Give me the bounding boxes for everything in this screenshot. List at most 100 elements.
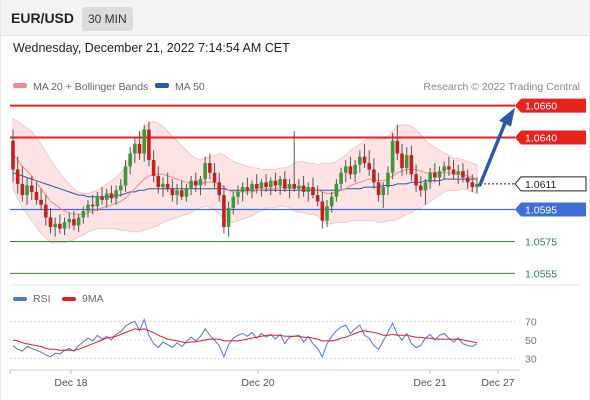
candle-body xyxy=(212,172,217,183)
candle-body xyxy=(95,196,100,207)
ma50-legend-label: MA 50 xyxy=(175,81,205,93)
rsi-tick-50: 50 xyxy=(525,335,537,347)
candle-body xyxy=(104,193,109,200)
candle-body xyxy=(395,140,400,154)
candle-body xyxy=(343,166,348,173)
candle-body xyxy=(442,166,446,172)
candle-body xyxy=(114,190,118,199)
candle-body xyxy=(386,172,390,188)
candle-body xyxy=(447,166,451,170)
candle-body xyxy=(315,195,320,202)
candle-body xyxy=(189,180,193,189)
candle-body xyxy=(86,204,90,212)
candle-body xyxy=(456,171,461,175)
candle-body xyxy=(400,153,404,168)
candle-body xyxy=(414,174,418,186)
candle-body xyxy=(123,166,128,186)
candle-body xyxy=(170,188,175,196)
candle-body xyxy=(283,179,287,189)
candle-body xyxy=(381,187,386,196)
rsi-tick-30: 30 xyxy=(525,354,537,366)
candle-body xyxy=(428,172,432,183)
candle-body xyxy=(465,177,470,183)
x-tick-label: Dec 20 xyxy=(241,377,274,389)
candle-body xyxy=(48,217,53,228)
candle-body xyxy=(90,204,95,207)
level-label-1.0555: 1.0555 xyxy=(525,268,557,280)
candle-body xyxy=(240,187,245,192)
candle-body xyxy=(334,183,339,197)
candle-body xyxy=(62,222,67,229)
candle-body xyxy=(404,155,409,168)
candle-body xyxy=(264,182,268,188)
ma50-legend-swatch xyxy=(155,83,169,88)
ma20-legend-swatch xyxy=(13,83,27,88)
forecast-arrow-shaft xyxy=(478,118,508,187)
candle-body xyxy=(297,185,301,189)
candle-body xyxy=(437,171,442,178)
forecast-arrow-head xyxy=(499,107,515,127)
candle-body xyxy=(245,187,250,191)
x-tick-label: Dec 21 xyxy=(413,377,446,389)
candle-body xyxy=(339,172,343,184)
level-label-1.0595: 1.0595 xyxy=(525,204,557,216)
candle-body xyxy=(236,191,240,197)
candle-body xyxy=(137,143,142,154)
candle-body xyxy=(367,163,372,170)
candle-body xyxy=(147,129,151,160)
candle-body xyxy=(348,166,353,175)
rsi-ma9-line xyxy=(12,328,478,351)
candle-body xyxy=(53,223,57,228)
candle-body xyxy=(128,153,132,167)
x-tick-label: Dec 27 xyxy=(481,377,514,389)
candle-body xyxy=(254,183,259,189)
candle-body xyxy=(11,140,15,170)
candle-body xyxy=(226,207,231,228)
candle-body xyxy=(287,183,292,189)
candle-body xyxy=(15,169,20,184)
candle-body xyxy=(142,129,147,154)
candle-body xyxy=(67,219,72,223)
candle-body xyxy=(320,201,325,221)
ma9-legend-label: 9MA xyxy=(82,293,104,305)
candle-body xyxy=(81,211,86,218)
candle-body xyxy=(20,183,25,196)
candle-body xyxy=(329,196,334,207)
candle-body xyxy=(175,190,179,196)
candle-body xyxy=(461,171,465,178)
candle-body xyxy=(222,195,226,228)
candle-body xyxy=(208,163,212,173)
candle-body xyxy=(278,179,282,186)
candle-body xyxy=(72,219,76,226)
candle-body xyxy=(292,183,297,189)
candle-body xyxy=(161,183,165,188)
candle-body xyxy=(44,204,48,218)
candle-body xyxy=(133,143,137,154)
candle-body xyxy=(358,156,362,165)
candle-body xyxy=(156,175,161,188)
candle-body xyxy=(29,185,34,192)
candle-body xyxy=(268,180,273,188)
candle-body xyxy=(203,163,207,180)
rsi-line xyxy=(12,318,478,359)
candle-body xyxy=(151,159,156,176)
rsi-tick-70: 70 xyxy=(525,316,537,328)
candle-body xyxy=(433,172,437,178)
candle-body xyxy=(423,182,428,191)
level-label-1.0575: 1.0575 xyxy=(525,236,557,248)
level-label-1.0640: 1.0640 xyxy=(525,133,557,145)
candle-body xyxy=(325,206,329,221)
candle-body xyxy=(273,180,278,186)
candle-body xyxy=(58,223,62,229)
price-chart: MA 20 + Bollinger Bands MA 50 Research ©… xyxy=(9,81,587,389)
candle-body xyxy=(418,185,423,191)
candle-body xyxy=(250,183,254,191)
candle-body xyxy=(109,193,114,199)
ma9-legend-swatch xyxy=(62,297,76,301)
candle-body xyxy=(179,190,184,197)
candle-body xyxy=(231,196,236,208)
candle-body xyxy=(451,169,456,175)
credit-text: Research © 2022 Trading Central xyxy=(423,81,580,93)
candle-body xyxy=(376,182,381,196)
candle-body xyxy=(217,182,222,196)
